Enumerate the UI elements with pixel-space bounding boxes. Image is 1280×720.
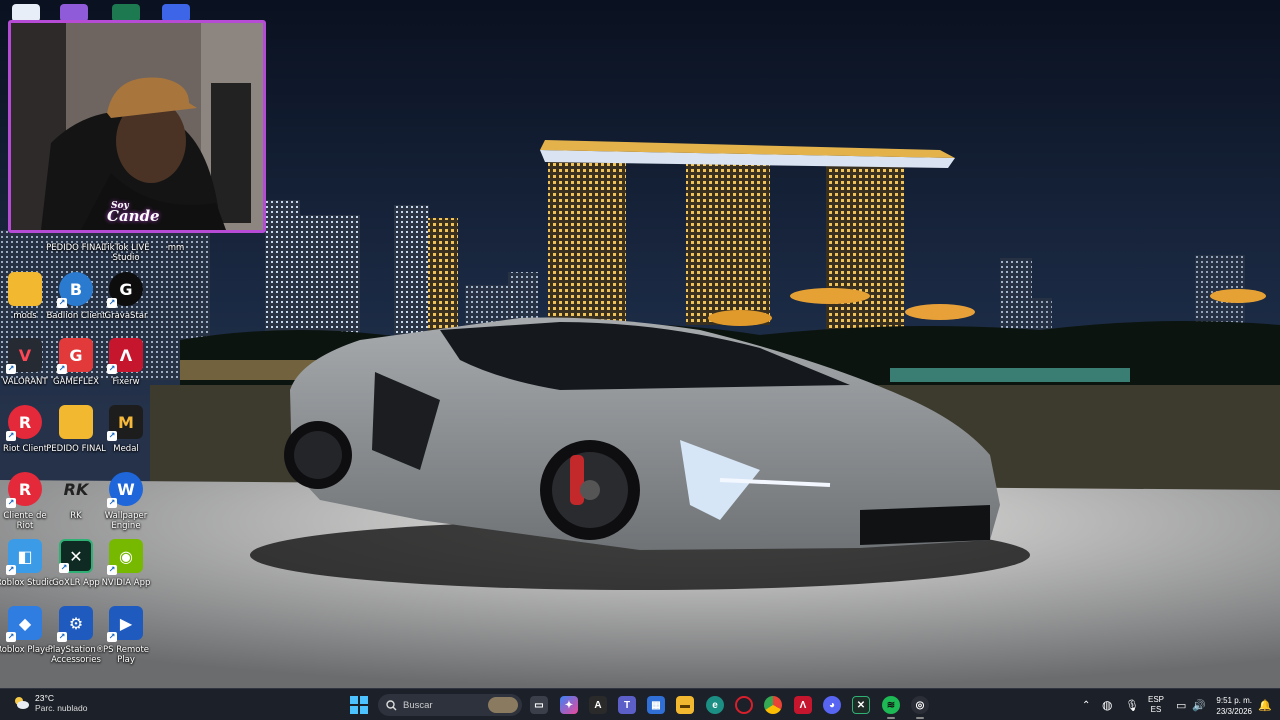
playstation-icon: ⚙ ↗ bbox=[57, 606, 93, 642]
tray-overflow-chevron[interactable]: ⌃ bbox=[1082, 689, 1090, 720]
task-view-icon[interactable]: ▭ bbox=[530, 696, 548, 714]
icon-label: mm bbox=[167, 243, 185, 253]
webcam-feed bbox=[11, 23, 263, 230]
desktop-icon-wallpaper-engine[interactable]: W ↗ Wallpaper Engine bbox=[96, 472, 156, 531]
roblox-icon: ◆ ↗ bbox=[6, 606, 42, 642]
marina-bay-sands bbox=[540, 140, 955, 338]
search-placeholder: Buscar bbox=[403, 699, 433, 711]
desktop-icon-ps-remote-play[interactable]: ▶ ↗ PS Remote Play bbox=[96, 606, 156, 665]
webcam-logo-name: Cande bbox=[107, 207, 160, 225]
riot-vanguard-icon[interactable]: Λ bbox=[794, 696, 812, 714]
icon-label: Medal bbox=[113, 444, 139, 454]
webcam-overlay: Soy Cande bbox=[8, 20, 266, 233]
medal-icon: M ↗ bbox=[107, 405, 143, 441]
discord-icon[interactable]: ◕ bbox=[823, 696, 841, 714]
goxlr-icon: ✕ ↗ bbox=[59, 539, 93, 573]
desktop-icon-medal[interactable]: M ↗ Medal bbox=[96, 405, 156, 454]
clock-date: 23/3/2026 bbox=[1216, 707, 1252, 716]
chrome-icon[interactable] bbox=[764, 696, 782, 714]
badlion-icon: B ↗ bbox=[57, 272, 93, 308]
webcam-logo: Soy Cande bbox=[107, 201, 160, 225]
partly-cloudy-icon bbox=[15, 697, 29, 709]
weather-widget[interactable]: 23°C Parc. nublado bbox=[12, 693, 87, 713]
icon-label: PS Remote Play bbox=[102, 645, 150, 665]
language-top: ESP bbox=[1148, 695, 1165, 704]
app-a-icon[interactable]: A bbox=[589, 696, 607, 714]
volume-icon[interactable]: 🔊 bbox=[1192, 689, 1206, 720]
icon-label: Fixerw bbox=[112, 377, 140, 387]
wallpaper-engine-icon: W ↗ bbox=[107, 472, 143, 508]
gameflex-icon: G ↗ bbox=[57, 338, 93, 374]
desktop-icon-fixerw[interactable]: Λ ↗ Fixerw bbox=[96, 338, 156, 387]
folder-icon bbox=[8, 272, 42, 306]
valorant-icon: V ↗ bbox=[6, 338, 42, 374]
search-highlight-image bbox=[488, 697, 518, 713]
gravastar-icon: G ↗ bbox=[107, 272, 143, 308]
clock[interactable]: 9:51 p. m. 23/3/2026 bbox=[1208, 695, 1252, 717]
obs-icon[interactable]: ◎ bbox=[911, 696, 929, 714]
notification-icon[interactable]: 🔔 bbox=[1258, 689, 1272, 720]
search-icon bbox=[386, 699, 397, 710]
ps-remote-play-icon: ▶ ↗ bbox=[107, 606, 143, 642]
icon-label: mods bbox=[13, 311, 37, 321]
icon-label: GravaStar bbox=[104, 311, 148, 321]
roblox-studio-icon: ◧ ↗ bbox=[6, 539, 42, 575]
tray-app-icon[interactable]: ◍ bbox=[1102, 689, 1112, 720]
windows-start-icon[interactable] bbox=[350, 696, 368, 714]
riot-icon: R ↗ bbox=[6, 472, 42, 508]
edge-icon[interactable]: e bbox=[706, 696, 724, 714]
file-explorer-icon[interactable]: ▬ bbox=[676, 696, 694, 714]
nvidia-icon: ◉ ↗ bbox=[107, 539, 143, 575]
rk-icon: RK bbox=[63, 479, 89, 499]
desktop-icon-gravastar[interactable]: G ↗ GravaStar bbox=[96, 272, 156, 321]
desktop-icon-nvidia-app[interactable]: ◉ ↗ NVIDIA App bbox=[96, 539, 156, 588]
taskbar-search[interactable]: Buscar bbox=[378, 694, 522, 716]
riot-icon: R ↗ bbox=[6, 405, 42, 441]
icon-label: GoXLR App bbox=[52, 578, 100, 588]
folder-icon bbox=[59, 405, 93, 439]
network-icon[interactable]: ▭ bbox=[1176, 689, 1186, 720]
opera-icon[interactable] bbox=[735, 696, 753, 714]
spotify-icon[interactable]: ≋ bbox=[882, 696, 900, 714]
icon-label: RK bbox=[70, 511, 82, 521]
weather-temperature: 23°C bbox=[35, 693, 54, 703]
icon-label: Riot Client bbox=[2, 444, 48, 454]
spotify-active-indicator bbox=[887, 717, 895, 719]
fixerw-icon: Λ ↗ bbox=[107, 338, 143, 374]
taskbar: 23°C Parc. nublado Buscar ▭ ✦ A T ▦ ▬ e … bbox=[0, 688, 1280, 720]
teams-icon[interactable]: T bbox=[618, 696, 636, 714]
language-bottom: ES bbox=[1150, 705, 1162, 714]
clock-time: 9:51 p. m. bbox=[1216, 696, 1252, 705]
icon-label: VALORANT bbox=[2, 377, 48, 387]
language-indicator[interactable]: ESP ES bbox=[1148, 689, 1164, 720]
copilot-icon[interactable]: ✦ bbox=[560, 696, 578, 714]
obs-active-indicator bbox=[916, 717, 924, 719]
store-icon[interactable]: ▦ bbox=[647, 696, 665, 714]
goxlr-taskbar-icon[interactable]: ✕ bbox=[852, 696, 870, 714]
icon-label: GAMEFLEX bbox=[53, 377, 99, 387]
microphone-icon[interactable]: 🎙 bbox=[1125, 689, 1139, 720]
icon-label: Wallpaper Engine bbox=[104, 511, 148, 531]
weather-description: Parc. nublado bbox=[35, 703, 88, 713]
icon-label: NVIDIA App bbox=[101, 578, 151, 588]
desktop-icon-mm[interactable]: mm bbox=[146, 238, 206, 253]
